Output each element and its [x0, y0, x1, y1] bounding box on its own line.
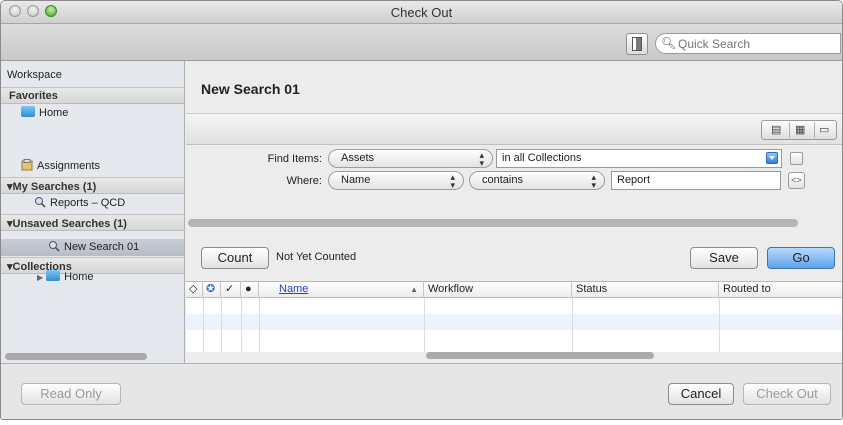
thumbnail-view-icon[interactable]: ▦ — [795, 123, 805, 136]
sidebar-item-home[interactable]: Home — [21, 105, 68, 121]
field-value: Name — [341, 174, 371, 186]
count-status: Not Yet Counted — [276, 251, 357, 263]
search-title: New Search 01 — [201, 81, 300, 97]
count-button[interactable]: Count — [201, 247, 269, 269]
search-criteria: Find Items: Assets ▴ ▾ in all Collections… — [186, 145, 842, 211]
search-icon — [49, 241, 60, 252]
field-popup[interactable]: Name ▴ ▾ — [328, 171, 464, 190]
sidebar: Workspace Favorites Home Assignments ▾My… — [1, 61, 185, 363]
column-divider — [572, 298, 573, 352]
column-globe-icon[interactable]: ✪ — [203, 282, 221, 298]
query-value: Report — [617, 174, 651, 186]
quick-search-input[interactable] — [678, 36, 828, 51]
results-table: ◇ ✪ ✓ ● Name ▲ Workflow Status Routed to — [186, 281, 842, 352]
sidebar-item-label: Reports – QCD — [50, 197, 126, 209]
check-out-window: Check Out 🔍︎ Workspace Favorites Home As… — [0, 0, 843, 420]
table-horizontal-scrollbar[interactable] — [426, 352, 654, 359]
column-divider — [259, 298, 260, 352]
favorites-header[interactable]: Favorites — [1, 87, 184, 104]
toggle-sidebar-button[interactable] — [626, 33, 648, 55]
column-divider — [424, 298, 425, 352]
folder-icon — [46, 270, 61, 281]
operator-popup[interactable]: contains ▴ ▾ — [469, 171, 605, 190]
segment-divider — [789, 122, 790, 138]
saved-search-icon — [35, 197, 46, 208]
list-view-icon[interactable]: ▤ — [771, 123, 781, 136]
sidebar-scrollbar[interactable] — [5, 353, 147, 360]
preview-view-icon[interactable]: ▭ — [819, 123, 829, 136]
unsaved-searches-label: Unsaved Searches (1) — [12, 218, 127, 230]
up-down-arrows-icon: ▴ ▾ — [479, 150, 484, 168]
query-text-field[interactable]: Report — [611, 171, 781, 190]
dialog-footer: Read Only Cancel Check Out — [1, 363, 842, 419]
find-items-popup[interactable]: Assets ▴ ▾ — [328, 149, 493, 168]
column-checkmark-icon[interactable]: ✓ — [221, 282, 241, 298]
sidebar-item-reports-qcd[interactable]: Reports – QCD — [34, 195, 125, 211]
table-row[interactable] — [186, 330, 842, 346]
unsaved-searches-header[interactable]: ▾Unsaved Searches (1) — [1, 214, 184, 231]
column-name[interactable]: Name ▲ — [259, 282, 424, 298]
column-dot-icon[interactable]: ● — [241, 282, 259, 298]
column-divider — [221, 298, 222, 352]
cancel-button[interactable]: Cancel — [668, 383, 734, 405]
column-divider — [203, 298, 204, 352]
quick-search-field[interactable]: 🔍︎ — [655, 33, 841, 54]
sidebar-item-label: New Search 01 — [64, 241, 140, 253]
include-checkbox[interactable] — [790, 152, 803, 165]
sort-ascending-icon: ▲ — [410, 285, 418, 294]
disclosure-right-icon[interactable]: ▶ — [37, 273, 43, 282]
check-out-button[interactable]: Check Out — [743, 383, 831, 405]
window-title: Check Out — [390, 5, 453, 20]
workspace-label: Workspace — [7, 69, 62, 81]
table-header: ◇ ✪ ✓ ● Name ▲ Workflow Status Routed to — [186, 282, 842, 298]
column-status[interactable]: Status — [572, 282, 719, 298]
scope-combo-box[interactable]: in all Collections — [496, 149, 782, 168]
assignments-icon — [21, 159, 33, 171]
view-mode-segmented-control[interactable]: ▤ ▦ ▭ — [761, 120, 837, 140]
criteria-horizontal-scrollbar[interactable] — [188, 219, 798, 227]
column-divider — [719, 298, 720, 352]
find-items-label: Find Items: — [267, 153, 322, 165]
segment-divider — [814, 122, 815, 138]
sidebar-item-label: Home — [64, 271, 94, 283]
column-name-label: Name — [279, 283, 309, 295]
table-row[interactable] — [186, 298, 842, 314]
remove-criterion-button[interactable]: <> — [788, 172, 805, 189]
column-divider — [241, 298, 242, 352]
sidebar-panel-icon — [632, 37, 642, 51]
view-options-bar: ▤ ▦ ▭ — [186, 113, 842, 145]
chevron-down-icon[interactable] — [766, 152, 778, 164]
toolbar: 🔍︎ — [1, 24, 842, 61]
sidebar-item-collections-home[interactable]: ▶ Home — [37, 269, 94, 285]
save-button[interactable]: Save — [690, 247, 758, 269]
operator-value: contains — [482, 174, 523, 186]
my-searches-label: My Searches (1) — [12, 181, 97, 193]
go-button[interactable]: Go — [767, 247, 835, 269]
column-routed-to[interactable]: Routed to — [719, 282, 842, 298]
folder-icon — [21, 106, 35, 117]
where-label: Where: — [286, 175, 322, 187]
sidebar-item-label: Assignments — [37, 160, 100, 172]
search-icon: 🔍︎ — [661, 36, 677, 50]
search-header: New Search 01 — [186, 61, 842, 113]
scope-value: in all Collections — [502, 152, 582, 164]
sidebar-item-assignments[interactable]: Assignments — [21, 158, 100, 174]
up-down-arrows-icon: ▴ ▾ — [591, 172, 596, 190]
table-row[interactable] — [186, 314, 842, 330]
column-kind-icon[interactable]: ◇ — [186, 282, 203, 298]
sidebar-item-label: Home — [39, 107, 69, 119]
up-down-arrows-icon: ▴ ▾ — [450, 172, 455, 190]
find-items-value: Assets — [341, 152, 375, 164]
column-workflow[interactable]: Workflow — [424, 282, 572, 298]
read-only-button[interactable]: Read Only — [21, 383, 121, 405]
title-bar: Check Out — [1, 1, 842, 24]
my-searches-header[interactable]: ▾My Searches (1) — [1, 177, 184, 194]
count-bar: Count Not Yet Counted Save Go — [186, 233, 842, 281]
sidebar-item-new-search-01[interactable]: New Search 01 — [48, 239, 139, 255]
search-panel: New Search 01 ▤ ▦ ▭ Find Items: Assets ▴… — [186, 61, 842, 363]
